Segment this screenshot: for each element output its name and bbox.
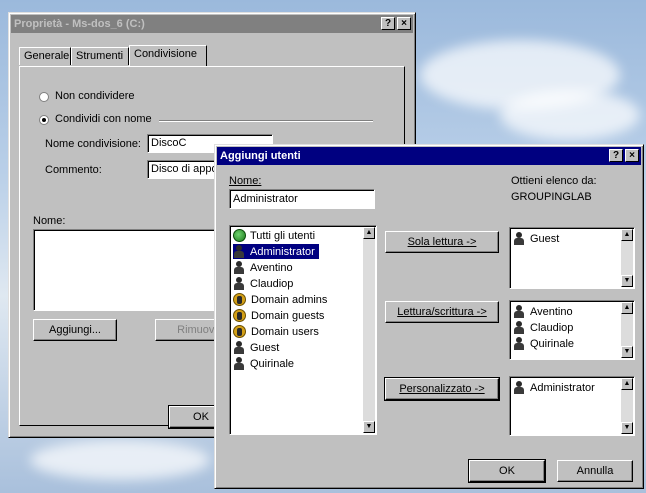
list-item-label: Administrator (250, 245, 315, 258)
list-item-label: Claudiop (250, 277, 294, 290)
cancel-button[interactable]: Annulla (557, 460, 633, 482)
share-label: Condividi con nome (55, 113, 152, 125)
readwrite-button[interactable]: Lettura/scrittura -> (385, 301, 499, 323)
names-list[interactable] (33, 229, 219, 311)
tab-condivisione[interactable]: Condivisione (129, 45, 207, 66)
list-item[interactable]: Guest (513, 231, 559, 246)
share-name-label: Nome condivisione: (45, 138, 141, 150)
scroll-up-icon[interactable]: ▲ (621, 302, 633, 314)
close-button[interactable]: × (397, 17, 411, 30)
list-item-label: Domain guests (251, 309, 325, 322)
custom-list[interactable]: Administrator ▲ ▼ (509, 376, 635, 436)
list-item-label: Aventino (250, 261, 293, 274)
readonly-button-label: Sola lettura -> (407, 236, 477, 248)
list-item-label: Quirinale (530, 337, 575, 350)
scroll-down-icon[interactable]: ▼ (621, 275, 633, 287)
users-scrollbar[interactable]: ▲ ▼ (363, 227, 375, 433)
name-input[interactable]: Administrator (229, 189, 375, 209)
share-radio[interactable] (39, 115, 49, 125)
scroll-up-icon[interactable]: ▲ (363, 227, 375, 239)
scroll-up-icon[interactable]: ▲ (621, 378, 633, 390)
add-users-title: Aggiungi utenti (220, 150, 301, 162)
list-item-label: Claudiop (530, 321, 574, 334)
user-icon (513, 321, 525, 334)
add-users-titlebar: Aggiungi utenti ? × (217, 147, 641, 165)
custom-scrollbar[interactable]: ▲ ▼ (621, 378, 633, 434)
list-item[interactable]: Domain admins (233, 292, 327, 307)
list-item[interactable]: Domain guests (233, 308, 324, 323)
custom-button[interactable]: Personalizzato -> (384, 377, 500, 401)
list-item-label: Domain admins (251, 293, 328, 306)
list-item-label: Guest (530, 232, 560, 245)
list-item-label: Administrator (530, 381, 595, 394)
tab-strumenti[interactable]: Strumenti (71, 47, 129, 65)
tab-generale[interactable]: Generale (19, 47, 71, 65)
user-icon (513, 232, 525, 245)
user-icon (513, 337, 525, 350)
tab-strip: Generale Strumenti Condivisione (19, 45, 409, 67)
no-share-label: Non condividere (55, 90, 135, 102)
user-icon (233, 261, 245, 274)
readonly-scrollbar[interactable]: ▲ ▼ (621, 229, 633, 287)
properties-titlebar: Proprietà - Ms-dos_6 (C:) ? × (11, 15, 413, 33)
list-item-label: Domain users (251, 325, 319, 338)
readwrite-button-label: Lettura/scrittura -> (397, 306, 487, 318)
groupbox-line (159, 120, 373, 122)
user-icon (233, 277, 245, 290)
user-icon (513, 305, 525, 318)
users-list[interactable]: Tutti gli utenti Administrator Aventino … (229, 225, 377, 435)
no-share-radio[interactable] (39, 92, 49, 102)
list-item[interactable]: Aventino (233, 260, 293, 275)
list-item[interactable]: Administrator (513, 380, 595, 395)
list-item[interactable]: Claudiop (233, 276, 293, 291)
names-label: Nome: (33, 215, 66, 227)
list-item[interactable]: Tutti gli utenti (233, 228, 315, 243)
cloud (30, 440, 210, 480)
list-item-label: Quirinale (250, 357, 295, 370)
list-item[interactable]: Guest (233, 340, 279, 355)
ok-button[interactable]: OK (468, 459, 546, 483)
get-list-label: Ottieni elenco da: (511, 175, 597, 187)
group-icon (233, 325, 246, 338)
name-label: Nome: (229, 175, 262, 187)
list-item[interactable]: Quirinale (233, 356, 294, 371)
list-item[interactable]: Quirinale (513, 336, 574, 351)
list-item[interactable]: Aventino (513, 304, 573, 319)
list-item[interactable]: Domain users (233, 324, 319, 339)
share-name-value: DiscoC (151, 137, 187, 149)
user-icon (233, 357, 245, 370)
list-item-label: Aventino (530, 305, 573, 318)
readonly-list[interactable]: Guest ▲ ▼ (509, 227, 635, 289)
name-input-value: Administrator (233, 193, 298, 205)
get-list-value: GROUPINGLAB (511, 191, 592, 203)
custom-button-label: Personalizzato -> (399, 383, 485, 395)
comment-label: Commento: (45, 164, 102, 176)
list-item[interactable]: Administrator (233, 244, 319, 259)
readwrite-list[interactable]: Aventino Claudiop Quirinale ▲ ▼ (509, 300, 635, 360)
list-item[interactable]: Claudiop (513, 320, 573, 335)
list-item-label: Guest (250, 341, 280, 354)
world-icon (233, 229, 246, 242)
help-button[interactable]: ? (381, 17, 395, 30)
readwrite-scrollbar[interactable]: ▲ ▼ (621, 302, 633, 358)
scroll-down-icon[interactable]: ▼ (621, 422, 633, 434)
group-icon (233, 309, 246, 322)
add-button[interactable]: Aggiungi... (33, 319, 117, 341)
scroll-up-icon[interactable]: ▲ (621, 229, 633, 241)
help-button[interactable]: ? (609, 149, 623, 162)
group-icon (233, 293, 246, 306)
add-users-dialog: Aggiungi utenti ? × Nome: Administrator … (214, 144, 644, 489)
close-button[interactable]: × (625, 149, 639, 162)
user-icon (513, 381, 525, 394)
properties-title: Proprietà - Ms-dos_6 (C:) (14, 18, 145, 30)
scroll-down-icon[interactable]: ▼ (363, 421, 375, 433)
scroll-down-icon[interactable]: ▼ (621, 346, 633, 358)
user-icon (233, 245, 245, 258)
user-icon (233, 341, 245, 354)
readonly-button[interactable]: Sola lettura -> (385, 231, 499, 253)
list-item-label: Tutti gli utenti (250, 229, 316, 242)
cloud (500, 90, 640, 140)
